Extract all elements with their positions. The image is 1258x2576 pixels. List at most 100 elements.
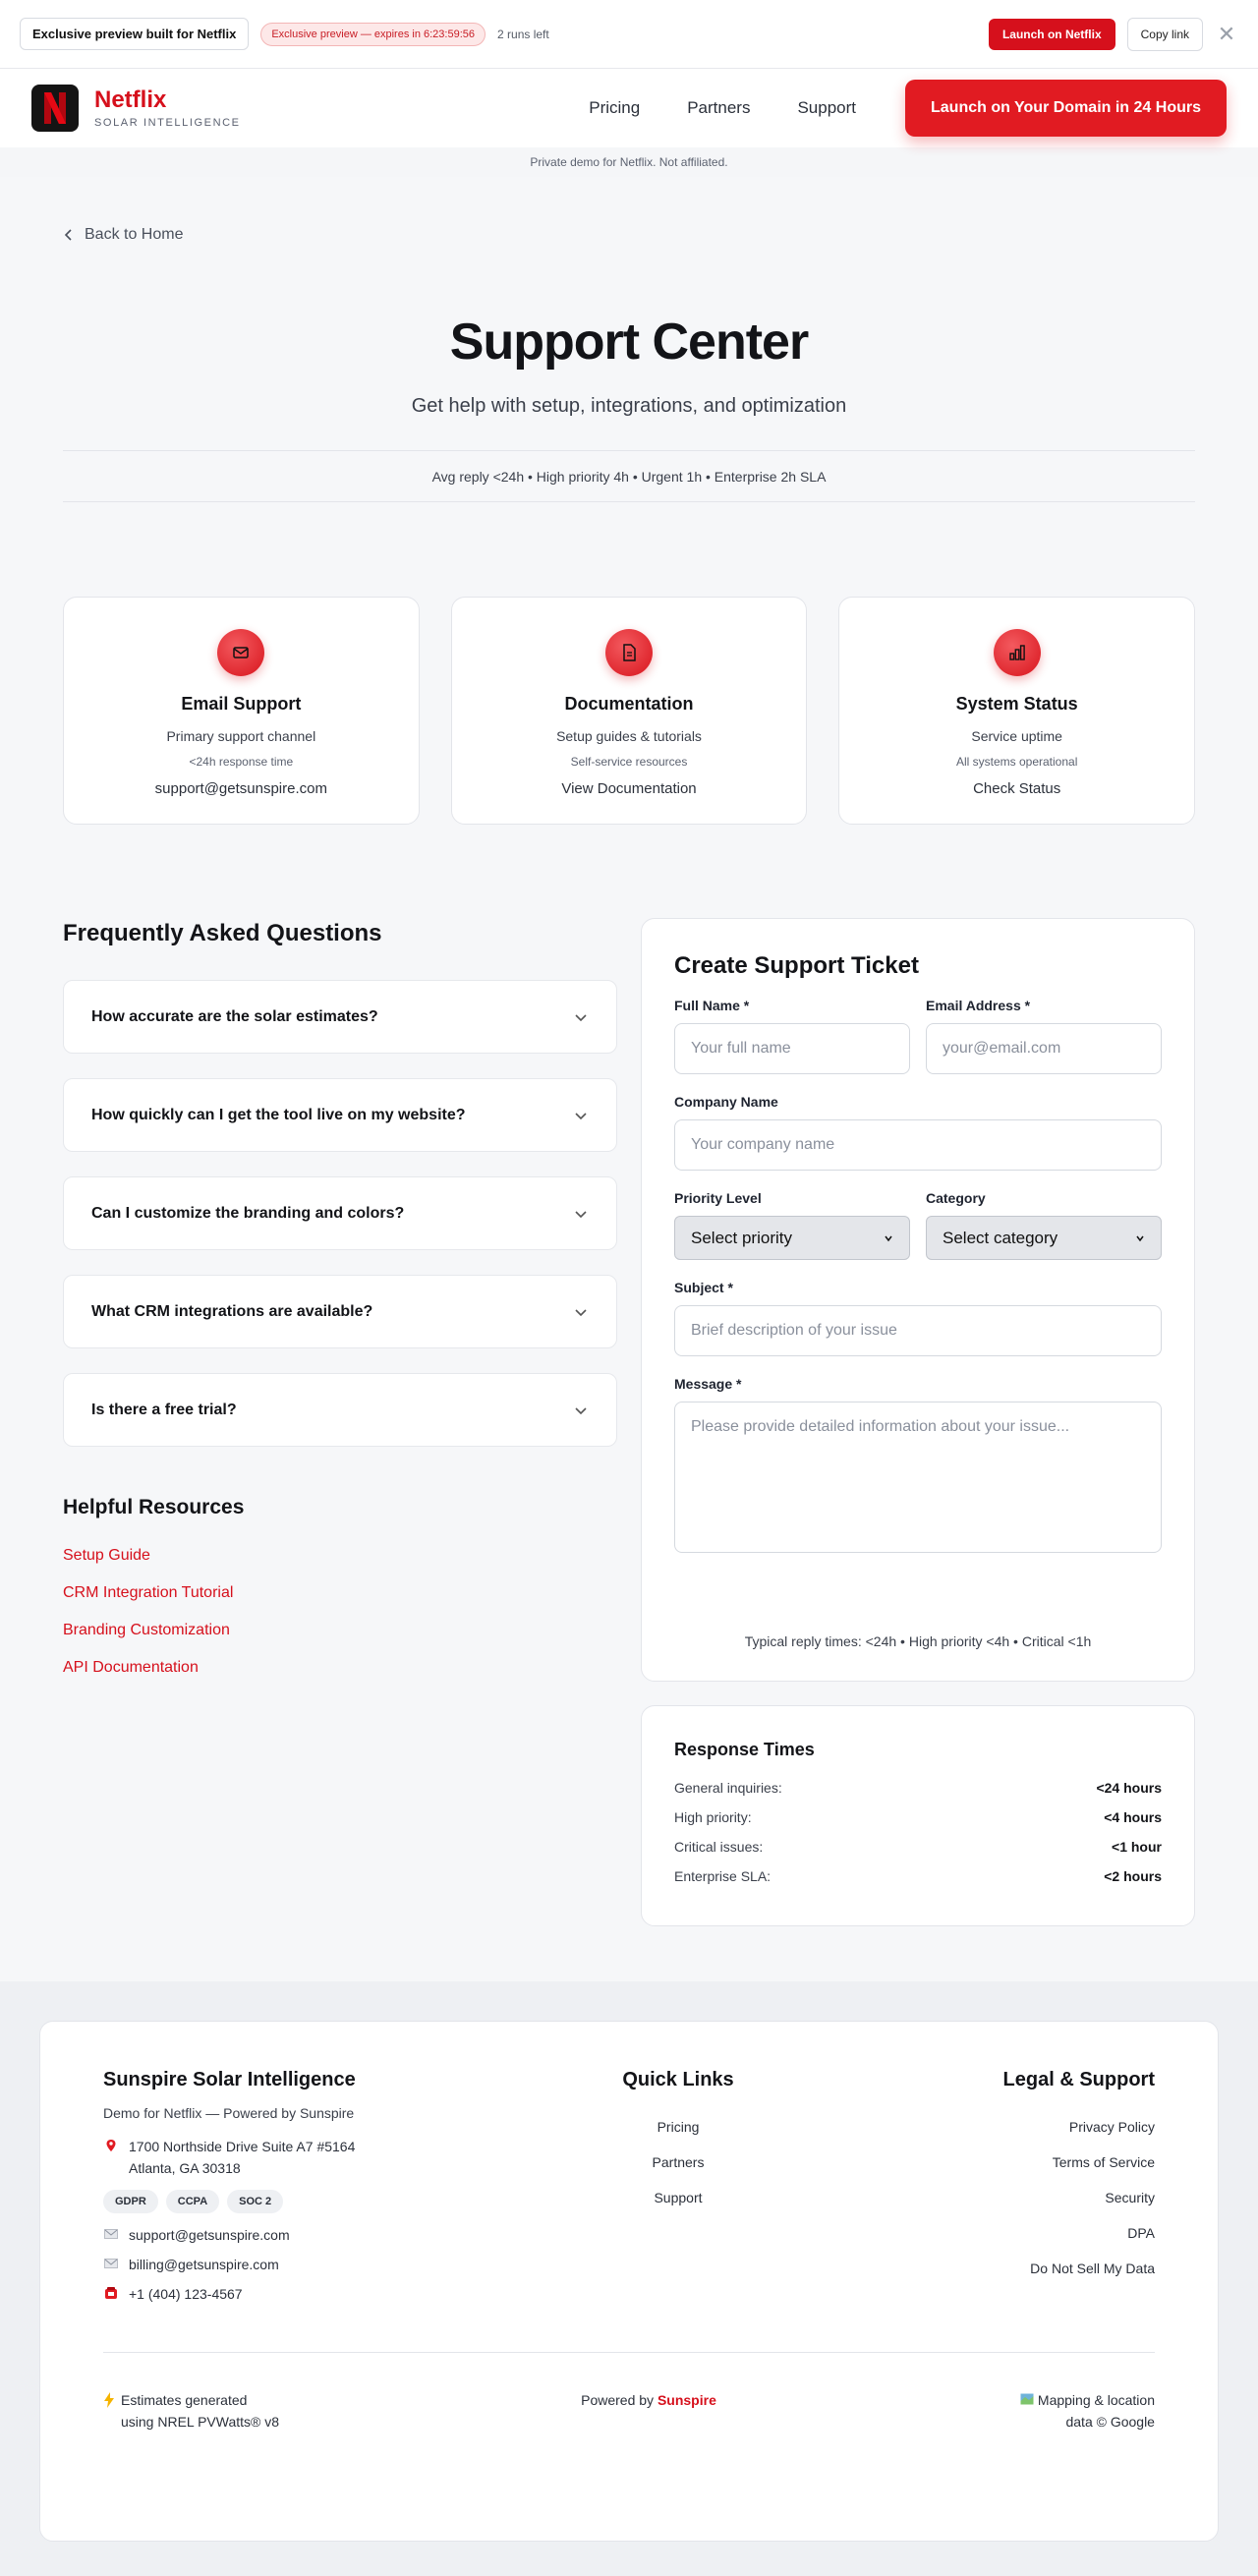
subject-input[interactable]	[674, 1305, 1162, 1356]
close-icon[interactable]: ✕	[1215, 22, 1238, 47]
priority-label: Priority Level	[674, 1190, 762, 1206]
footer-legal-column: Legal & Support Privacy Policy Terms of …	[899, 2069, 1155, 2303]
card-note: All systems operational	[955, 755, 1078, 769]
map-icon	[1020, 2392, 1038, 2408]
back-link-label: Back to Home	[85, 226, 184, 243]
brand-name: Netflix	[94, 86, 167, 113]
footer-wrapper: Sunspire Solar Intelligence Demo for Net…	[0, 1981, 1258, 2576]
address-line-1: 1700 Northside Drive Suite A7 #5164	[129, 2139, 356, 2154]
faq-item[interactable]: Can I customize the branding and colors?	[63, 1176, 617, 1250]
check-status-link[interactable]: Check Status	[839, 780, 1194, 797]
footer-link-do-not-sell[interactable]: Do Not Sell My Data	[899, 2261, 1155, 2276]
card-system-status: System Status Service uptime All systems…	[838, 597, 1196, 825]
estimates-note: Estimates generated using NREL PVWatts® …	[103, 2392, 319, 2430]
brand-logo[interactable]	[31, 85, 79, 132]
resource-link-setup-guide[interactable]: Setup Guide	[63, 1547, 617, 1565]
response-label: Critical issues:	[674, 1839, 764, 1855]
footer-company-name: Sunspire Solar Intelligence	[103, 2069, 356, 2090]
email-input[interactable]	[926, 1023, 1162, 1074]
resources-list: Setup Guide CRM Integration Tutorial Bra…	[63, 1547, 617, 1677]
lightning-icon	[103, 2392, 115, 2430]
nav-link-pricing[interactable]: Pricing	[589, 98, 640, 118]
priority-select[interactable]: Select priority	[674, 1216, 910, 1260]
footer-link-support[interactable]: Support	[580, 2190, 776, 2205]
nav-links: Pricing Partners Support	[589, 98, 856, 118]
disclaimer: Private demo for Netflix. Not affiliated…	[0, 147, 1258, 177]
launch-on-netflix-button[interactable]: Launch on Netflix	[988, 18, 1115, 50]
nav-link-support[interactable]: Support	[797, 98, 856, 118]
footer-email-billing[interactable]: billing@getsunspire.com	[103, 2257, 457, 2272]
chevron-down-icon	[575, 1406, 587, 1414]
email-support-link[interactable]: support@getsunspire.com	[64, 780, 419, 797]
footer-link-dpa[interactable]: DPA	[899, 2225, 1155, 2241]
footer-address: 1700 Northside Drive Suite A7 #5164 Atla…	[103, 2139, 457, 2176]
card-title: System Status	[955, 694, 1078, 714]
company-input[interactable]	[674, 1119, 1162, 1171]
category-select[interactable]: Select category	[926, 1216, 1162, 1260]
netflix-logo-icon	[44, 92, 66, 124]
faq-question: Is there a free trial?	[91, 1401, 237, 1418]
footer-link-pricing[interactable]: Pricing	[580, 2119, 776, 2135]
sunspire-link[interactable]: Sunspire	[658, 2392, 716, 2408]
priority-select-value: Select priority	[691, 1228, 792, 1247]
faq-heading: Frequently Asked Questions	[63, 920, 382, 946]
estimates-line-2: using NREL PVWatts® v8	[121, 2414, 279, 2430]
sla-strip: Avg reply <24h • High priority 4h • Urge…	[63, 450, 1195, 502]
response-times-card: Response Times General inquiries: <24 ho…	[641, 1705, 1195, 1926]
faq-question: Can I customize the branding and colors?	[91, 1204, 405, 1222]
full-name-input[interactable]	[674, 1023, 910, 1074]
faq-item[interactable]: How accurate are the solar estimates?	[63, 980, 617, 1054]
launch-domain-button[interactable]: Launch on Your Domain in 24 Hours	[905, 80, 1227, 137]
back-to-home-link[interactable]: Back to Home	[63, 226, 1195, 244]
ticket-column: Create Support Ticket Full Name * Email …	[641, 918, 1195, 1926]
mapping-line-2: data © Google	[1065, 2414, 1155, 2430]
legal-heading: Legal & Support	[1002, 2069, 1155, 2090]
preview-built-for-label: Exclusive preview built for Netflix	[20, 18, 250, 50]
card-documentation: Documentation Setup guides & tutorials S…	[450, 597, 808, 825]
compliance-badges: GDPR CCPA SOC 2	[103, 2190, 457, 2213]
message-label: Message *	[674, 1376, 742, 1392]
support-ticket-form: Create Support Ticket Full Name * Email …	[641, 918, 1195, 1682]
footer-email-support[interactable]: support@getsunspire.com	[103, 2227, 457, 2243]
mapping-note: Mapping & location data © Google	[978, 2392, 1155, 2430]
card-desc: Setup guides & tutorials	[556, 728, 702, 744]
footer-link-terms[interactable]: Terms of Service	[899, 2154, 1155, 2170]
view-documentation-link[interactable]: View Documentation	[452, 780, 807, 797]
chevron-down-icon	[575, 1210, 587, 1218]
faq-item[interactable]: Is there a free trial?	[63, 1373, 617, 1447]
faq-item[interactable]: What CRM integrations are available?	[63, 1275, 617, 1348]
envelope-icon	[103, 2227, 119, 2242]
estimates-line-1: Estimates generated	[121, 2392, 248, 2408]
copy-link-button[interactable]: Copy link	[1126, 17, 1203, 51]
ticket-title: Create Support Ticket	[674, 952, 919, 979]
nav-link-partners[interactable]: Partners	[687, 98, 750, 118]
quick-links-heading: Quick Links	[622, 2069, 734, 2090]
resource-link-crm-tutorial[interactable]: CRM Integration Tutorial	[63, 1584, 617, 1602]
main-content: Back to Home Support Center Get help wit…	[0, 177, 1258, 2576]
footer-link-security[interactable]: Security	[899, 2190, 1155, 2205]
resource-link-api-docs[interactable]: API Documentation	[63, 1659, 617, 1677]
email-label: Email Address *	[926, 998, 1031, 1013]
mapping-line-1: Mapping & location	[1037, 2392, 1155, 2408]
message-textarea[interactable]	[674, 1402, 1162, 1553]
card-note: <24h response time	[189, 755, 294, 769]
email-support-text: support@getsunspire.com	[129, 2227, 290, 2243]
site-footer: Sunspire Solar Intelligence Demo for Net…	[39, 2021, 1219, 2542]
resource-link-branding[interactable]: Branding Customization	[63, 1622, 617, 1639]
response-value: <2 hours	[1104, 1868, 1162, 1884]
footer-phone[interactable]: +1 (404) 123-4567	[103, 2286, 457, 2303]
company-label: Company Name	[674, 1094, 778, 1110]
badge-gdpr: GDPR	[103, 2190, 158, 2213]
faq-item[interactable]: How quickly can I get the tool live on m…	[63, 1078, 617, 1152]
footer-bottom: Estimates generated using NREL PVWatts® …	[103, 2352, 1155, 2430]
subject-label: Subject *	[674, 1280, 733, 1295]
brand-subtitle: SOLAR INTELLIGENCE	[94, 116, 241, 129]
card-desc: Service uptime	[971, 728, 1062, 744]
badge-ccpa: CCPA	[165, 2190, 220, 2213]
chevron-down-icon	[1136, 1235, 1144, 1241]
faq-question: What CRM integrations are available?	[91, 1302, 373, 1320]
footer-link-privacy[interactable]: Privacy Policy	[899, 2119, 1155, 2135]
bar-chart-icon	[993, 629, 1041, 676]
footer-link-partners[interactable]: Partners	[580, 2154, 776, 2170]
response-row: Enterprise SLA: <2 hours	[674, 1868, 1162, 1884]
